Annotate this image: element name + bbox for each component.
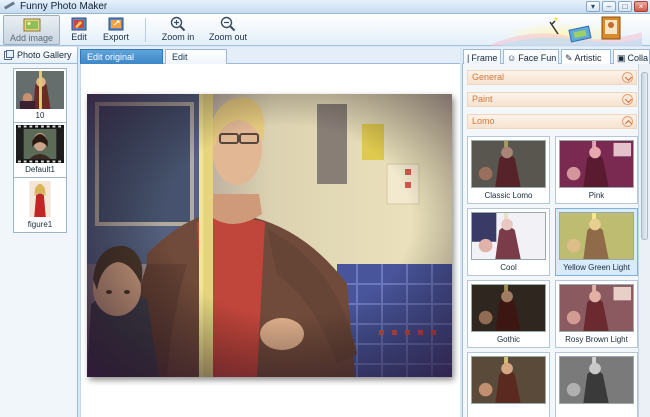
frame-icon: | xyxy=(467,52,470,63)
zoom-out-icon xyxy=(220,15,236,32)
filter-gothic[interactable]: Gothic xyxy=(467,280,550,348)
filter-cool[interactable]: Cool xyxy=(467,208,550,276)
tab-artistic[interactable]: ✎ Artistic xyxy=(561,49,611,65)
zoom-in-label: Zoom in xyxy=(161,32,195,42)
filter-label: Rosy Brown Light xyxy=(565,335,628,344)
face-icon: ☺ xyxy=(507,52,517,63)
tab-artistic-label: Artistic xyxy=(574,52,602,63)
chevron-up-icon[interactable] xyxy=(622,116,633,127)
section-paint-label: Paint xyxy=(472,94,493,104)
gallery-item[interactable]: Default1 xyxy=(13,122,67,178)
photo-gallery-header: Photo Gallery xyxy=(0,47,78,64)
gallery-thumbnail xyxy=(16,125,64,163)
zoom-out-label: Zoom out xyxy=(208,32,248,42)
zoom-in-icon xyxy=(170,15,186,32)
chevron-down-icon[interactable] xyxy=(622,94,633,105)
photo-preview[interactable] xyxy=(87,94,452,377)
filter-classic-lomo[interactable]: Classic Lomo xyxy=(467,136,550,204)
window-title: Funny Photo Maker xyxy=(20,1,108,12)
zoom-in-button[interactable]: Zoom in xyxy=(158,15,198,45)
dropdown-icon[interactable]: ▾ xyxy=(586,1,600,12)
close-button[interactable]: × xyxy=(634,1,648,12)
tab-frame-label: Frame xyxy=(471,52,498,63)
minimize-button[interactable]: – xyxy=(602,1,616,12)
section-lomo[interactable]: Lomo xyxy=(467,114,637,129)
filter-thumbnail xyxy=(471,356,546,404)
filter-rosy-brown-light[interactable]: Rosy Brown Light xyxy=(555,280,638,348)
filter-thumbnail xyxy=(471,284,546,332)
filter-yellow-green-light[interactable]: Yellow Green Light xyxy=(555,208,638,276)
add-image-icon xyxy=(23,16,41,33)
maximize-button[interactable]: □ xyxy=(618,1,632,12)
filter-thumbnail xyxy=(559,140,634,188)
edit-label: Edit xyxy=(71,32,87,42)
chevron-down-icon[interactable] xyxy=(622,72,633,83)
app-icon xyxy=(3,1,17,13)
section-general[interactable]: General xyxy=(467,70,637,85)
collage-icon: ▣ xyxy=(617,52,626,63)
tab-collage-label: Colla xyxy=(627,52,649,63)
add-image-label: Add image xyxy=(9,33,54,43)
edit-icon xyxy=(71,15,87,32)
editor-tabs: Edit original image Edit template xyxy=(80,47,460,76)
filter-thumbnail xyxy=(559,356,634,404)
section-paint[interactable]: Paint xyxy=(467,92,637,107)
filter-pink[interactable]: Pink xyxy=(555,136,638,204)
gallery-item-label: figure1 xyxy=(27,220,53,229)
gallery-item[interactable]: figure1 xyxy=(13,177,67,233)
photo-gallery: 10 Default1 figure1 xyxy=(0,64,78,417)
section-lomo-label: Lomo xyxy=(472,116,495,126)
filter-label: Gothic xyxy=(496,335,521,344)
filter-item[interactable] xyxy=(467,352,550,417)
brush-icon: ✎ xyxy=(565,52,573,63)
window-controls: ▾ – □ × xyxy=(586,1,648,12)
tab-edit-original-image[interactable]: Edit original image xyxy=(80,49,163,76)
decoration-graphic xyxy=(492,16,642,46)
filter-label: Pink xyxy=(588,191,605,200)
effects-tabs: | Frame ☺ Face Fun ✎ Artistic ▣ Colla xyxy=(462,47,650,65)
gallery-thumbnail xyxy=(16,71,64,109)
filter-thumbnail xyxy=(471,212,546,260)
photo-gallery-title: Photo Gallery xyxy=(17,50,72,60)
zoom-out-button[interactable]: Zoom out xyxy=(205,15,251,45)
gallery-item[interactable]: 10 xyxy=(13,68,67,124)
export-button[interactable]: Export xyxy=(100,15,132,45)
tab-face-fun-label: Face Fun xyxy=(518,52,557,63)
tab-face-fun[interactable]: ☺ Face Fun xyxy=(503,49,559,65)
section-general-label: General xyxy=(472,72,505,82)
gallery-thumbnail xyxy=(16,180,64,218)
effects-panel: General Paint Lomo Classic Lomo Pink Coo… xyxy=(462,64,650,417)
gallery-item-label: Default1 xyxy=(25,165,55,174)
filter-thumbnail xyxy=(471,140,546,188)
filter-item[interactable] xyxy=(555,352,638,417)
filter-label: Cool xyxy=(500,263,517,272)
filter-thumbnail xyxy=(559,284,634,332)
tab-frame[interactable]: | Frame xyxy=(463,49,501,65)
effects-scrollbar[interactable] xyxy=(638,64,650,417)
title-bar: Funny Photo Maker ▾ – □ × xyxy=(0,0,650,14)
gallery-icon xyxy=(4,50,14,60)
edit-button[interactable]: Edit xyxy=(66,15,92,45)
scrollbar-thumb[interactable] xyxy=(641,72,648,240)
filter-thumbnail xyxy=(559,212,634,260)
toolbar: Add image Edit Export Zoom in Zoom out xyxy=(0,14,650,46)
filter-label: Yellow Green Light xyxy=(563,263,630,272)
tab-edit-template[interactable]: Edit template xyxy=(165,49,227,76)
filter-label: Classic Lomo xyxy=(484,191,533,200)
export-label: Export xyxy=(102,32,129,42)
tab-collage[interactable]: ▣ Colla xyxy=(613,49,650,65)
add-image-button[interactable]: Add image xyxy=(3,15,60,45)
photo-image xyxy=(87,94,452,377)
export-icon xyxy=(108,15,124,32)
gallery-item-label: 10 xyxy=(35,111,45,120)
toolbar-separator xyxy=(145,18,146,42)
